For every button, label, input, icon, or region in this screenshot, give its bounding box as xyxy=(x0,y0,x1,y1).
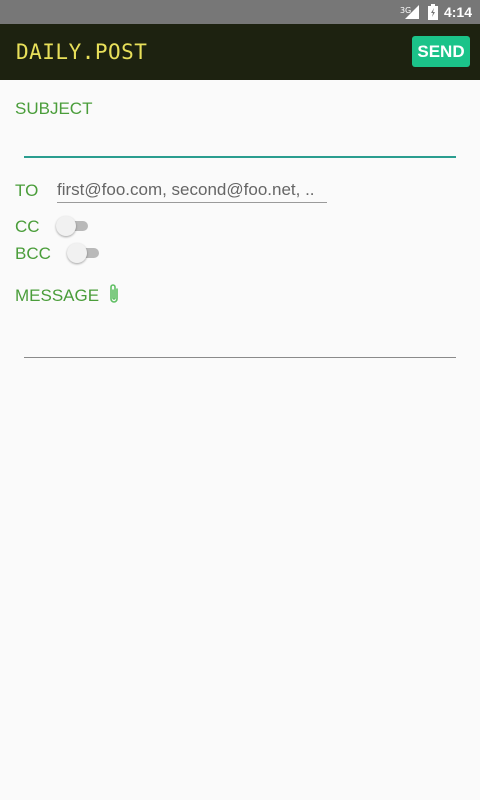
status-bar: 3G 4:14 xyxy=(0,0,480,24)
to-label: TO xyxy=(15,181,39,200)
app-bar: DAILY.POST xyxy=(0,24,480,80)
message-input-underline xyxy=(24,357,456,358)
to-input[interactable] xyxy=(57,178,327,203)
subject-input-underline xyxy=(24,156,456,158)
message-input[interactable] xyxy=(24,318,456,356)
network-type-label: 3G xyxy=(399,6,412,15)
cc-toggle-thumb xyxy=(56,216,76,236)
cc-label: CC xyxy=(15,217,40,236)
paperclip-icon[interactable] xyxy=(107,283,121,305)
message-label: MESSAGE xyxy=(15,286,100,305)
bcc-toggle-thumb xyxy=(67,243,87,263)
status-icons: 3G 4:14 xyxy=(400,0,472,24)
status-time: 4:14 xyxy=(443,4,472,20)
app-title: DAILY.POST xyxy=(16,40,148,64)
battery-icon xyxy=(427,4,438,20)
subject-input[interactable] xyxy=(24,120,456,156)
signal-icon: 3G xyxy=(400,4,420,20)
subject-label: SUBJECT xyxy=(15,99,93,118)
send-button[interactable]: SEND xyxy=(412,36,470,67)
cc-toggle[interactable] xyxy=(56,215,90,237)
bcc-toggle[interactable] xyxy=(67,242,101,264)
bcc-label: BCC xyxy=(15,244,51,263)
